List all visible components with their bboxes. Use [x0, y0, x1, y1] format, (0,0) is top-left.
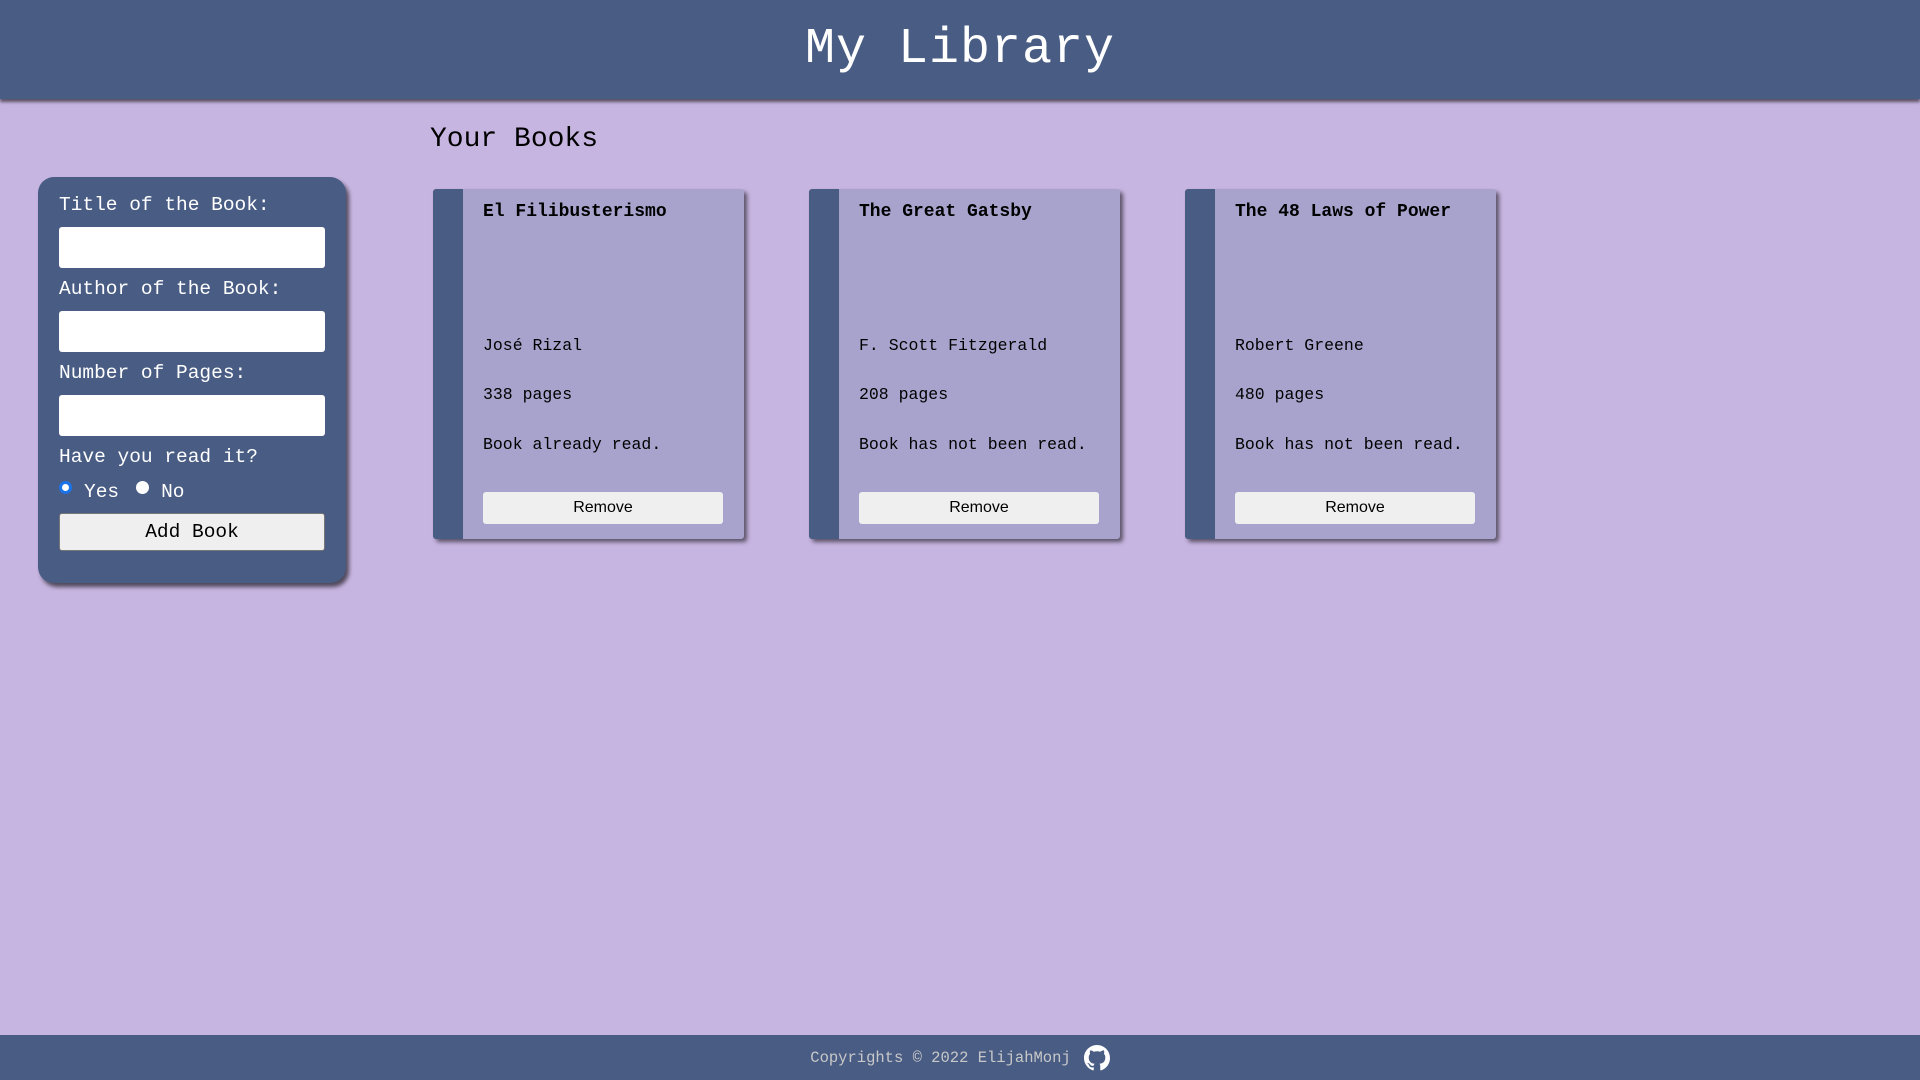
pages-input[interactable]	[59, 395, 325, 436]
book-pages: 338 pages	[483, 385, 573, 404]
remove-book-button[interactable]: Remove	[483, 492, 723, 524]
book-spine	[809, 189, 839, 539]
book-pages: 480 pages	[1235, 385, 1325, 404]
add-book-button[interactable]: Add Book	[59, 513, 325, 551]
title-input[interactable]	[59, 227, 325, 268]
remove-book-button[interactable]: Remove	[1235, 492, 1475, 524]
page-header: My Library	[0, 0, 1920, 99]
title-label: Title of the Book:	[59, 194, 270, 216]
read-yes-label: Yes	[84, 481, 120, 503]
author-label: Author of the Book:	[59, 278, 282, 300]
book-title: El Filibusterismo	[483, 202, 667, 222]
book-read-status: Book already read.	[483, 435, 662, 454]
add-book-form: Title of the Book: Author of the Book: N…	[38, 177, 346, 583]
book-read-status: Book has not been read.	[859, 435, 1087, 454]
copyright-text: Copyrights © 2022 ElijahMonj	[810, 1048, 1071, 1067]
book-title: The Great Gatsby	[859, 202, 1032, 222]
book-card: The 48 Laws of Power Robert Greene 480 p…	[1185, 189, 1496, 539]
read-question-label: Have you read it?	[59, 446, 258, 468]
book-card: El Filibusterismo José Rizal 338 pages B…	[433, 189, 744, 539]
page-footer: Copyrights © 2022 ElijahMonj	[0, 1035, 1920, 1080]
app-title: My Library	[804, 21, 1116, 78]
book-title: The 48 Laws of Power	[1235, 202, 1452, 222]
read-yes-radio[interactable]	[59, 480, 72, 494]
book-spine	[1185, 189, 1215, 539]
section-title: Your Books	[430, 124, 599, 155]
book-spine	[433, 189, 463, 539]
read-radio-group: Yes No	[59, 477, 325, 507]
book-author: F. Scott Fitzgerald	[859, 336, 1048, 355]
author-input[interactable]	[59, 311, 325, 352]
book-pages: 208 pages	[859, 385, 949, 404]
book-author: José Rizal	[483, 336, 583, 355]
remove-book-button[interactable]: Remove	[859, 492, 1099, 524]
read-no-label: No	[161, 481, 185, 503]
pages-label: Number of Pages:	[59, 362, 247, 384]
book-author: Robert Greene	[1235, 336, 1364, 355]
github-icon[interactable]	[1083, 1044, 1110, 1071]
read-no-radio[interactable]	[136, 480, 150, 494]
book-read-status: Book has not been read.	[1235, 435, 1463, 454]
book-card: The Great Gatsby F. Scott Fitzgerald 208…	[809, 189, 1120, 539]
